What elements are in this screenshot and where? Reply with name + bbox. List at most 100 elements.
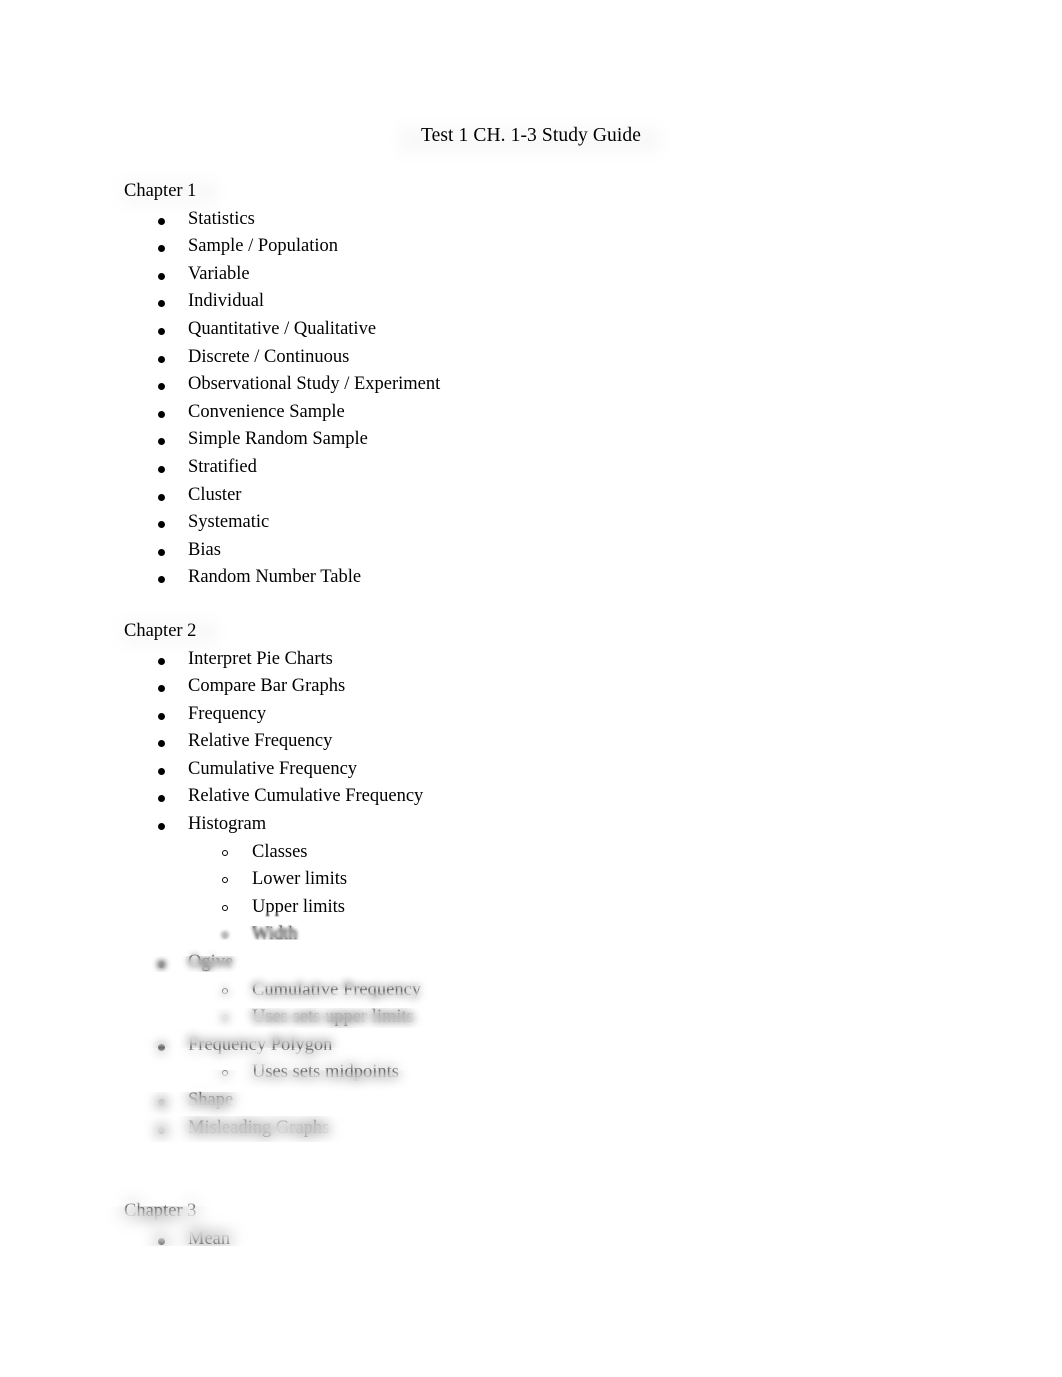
bullet-disc-icon: [158, 521, 165, 529]
list-item-label: Uses sets midpoints: [252, 1062, 399, 1083]
list-item-label: Observational Study / Experiment: [188, 374, 441, 395]
chapter-1-list: Statistics Sample / Population Variable …: [124, 206, 954, 592]
list-item: Upper limits: [188, 894, 954, 922]
list-item-label: Random Number Table: [188, 567, 362, 588]
list-item-label: Lower limits: [252, 869, 348, 890]
list-item-label: Bias: [188, 539, 221, 560]
frequency-polygon-sub-list: Uses sets midpoints: [188, 1059, 954, 1087]
bullet-disc-icon: [158, 548, 165, 556]
bullet-disc-icon: [158, 465, 165, 473]
list-item: Shape: [124, 1087, 954, 1115]
list-item-label: Simple Random Sample: [188, 429, 368, 450]
list-item: Width: [188, 921, 954, 949]
bullet-disc-icon: [158, 823, 165, 831]
list-item: Interpret Pie Charts: [124, 646, 954, 674]
bullet-disc-icon: [158, 1043, 165, 1051]
list-item-label: Discrete / Continuous: [188, 346, 350, 367]
list-item: Mean: [124, 1226, 954, 1254]
bullet-disc-icon: [158, 245, 165, 253]
list-item: Uses sets midpoints: [188, 1059, 954, 1087]
list-item-label: Compare Bar Graphs: [188, 676, 346, 697]
list-item-label: Relative Frequency: [188, 731, 333, 752]
bullet-disc-icon: [158, 272, 165, 280]
page-title: Test 1 CH. 1-3 Study Guide: [420, 125, 642, 146]
bullet-circle-icon: [222, 932, 228, 939]
list-item: Cumulative Frequency: [124, 756, 954, 784]
list-item: Uses sets upper limits: [188, 1004, 954, 1032]
list-item: Individual: [124, 288, 954, 316]
list-item: Sample / Population: [124, 233, 954, 261]
list-item-label: Uses sets upper limits: [252, 1007, 414, 1028]
document-body: Chapter 1 Statistics Sample / Population…: [124, 178, 954, 1253]
bullet-disc-icon: [158, 961, 165, 969]
bullet-disc-icon: [158, 383, 165, 391]
list-item: Systematic: [124, 509, 954, 537]
list-item: Observational Study / Experiment: [124, 371, 954, 399]
list-item-label: Upper limits: [252, 896, 346, 917]
bullet-disc-icon: [158, 300, 165, 308]
list-item-label: Frequency: [188, 703, 267, 724]
list-item: Lower limits: [188, 866, 954, 894]
list-item-label: Convenience Sample: [188, 401, 345, 422]
list-item: Bias: [124, 537, 954, 565]
list-item-label: Cluster: [188, 484, 242, 505]
list-item: Frequency Polygon Uses sets midpoints: [124, 1032, 954, 1087]
bullet-disc-icon: [158, 685, 165, 693]
list-item-label: Systematic: [188, 512, 270, 533]
bullet-disc-icon: [158, 217, 165, 225]
histogram-sub-list: Classes Lower limits Upper limits Width: [188, 839, 954, 949]
section-heading-chapter-2: Chapter 2: [124, 620, 197, 641]
bullet-disc-icon: [158, 740, 165, 748]
list-item-label: Individual: [188, 291, 265, 312]
bullet-disc-icon: [158, 327, 165, 335]
list-item-label: Frequency Polygon: [188, 1034, 333, 1055]
list-item: Convenience Sample: [124, 399, 954, 427]
list-item: Variable: [124, 261, 954, 289]
list-item-label: Misleading Graphs: [188, 1117, 330, 1138]
list-item: Relative Cumulative Frequency: [124, 783, 954, 811]
bullet-disc-icon: [158, 576, 165, 584]
section-heading-chapter-1: Chapter 1: [124, 181, 197, 201]
list-item: Histogram Classes Lower limits Upper lim…: [124, 811, 954, 949]
list-item: Statistics: [124, 206, 954, 234]
list-item: Cumulative Frequency: [188, 977, 954, 1005]
list-item-label: Statistics: [188, 208, 255, 229]
bullet-disc-icon: [158, 493, 165, 501]
ogive-sub-list: Cumulative Frequency Uses sets upper lim…: [188, 977, 954, 1032]
bullet-circle-icon: [222, 1070, 228, 1077]
list-item-label: Sample / Population: [188, 236, 339, 257]
list-item-label: Stratified: [188, 456, 257, 477]
list-item: Relative Frequency: [124, 728, 954, 756]
list-item-label: Classes: [252, 841, 308, 862]
bullet-disc-icon: [158, 1126, 165, 1134]
list-item-label: Mean: [188, 1228, 231, 1249]
list-item: Quantitative / Qualitative: [124, 316, 954, 344]
list-item-label: Cumulative Frequency: [188, 758, 358, 779]
list-item-label: Interpret Pie Charts: [188, 648, 333, 669]
list-item-label: Width: [252, 924, 298, 945]
bullet-disc-icon: [158, 438, 165, 446]
list-item-label: Quantitative / Qualitative: [188, 318, 377, 339]
list-item: Misleading Graphs: [124, 1115, 954, 1143]
bullet-disc-icon: [158, 355, 165, 363]
list-item: Simple Random Sample: [124, 426, 954, 454]
bullet-circle-icon: [222, 849, 228, 856]
bullet-disc-icon: [158, 795, 165, 803]
chapter-3-list: Mean: [124, 1226, 954, 1254]
document-page: Test 1 CH. 1-3 Study Guide Chapter 1 Sta…: [0, 0, 1062, 1377]
list-item-label: Ogive: [188, 952, 234, 973]
bullet-disc-icon: [158, 1237, 165, 1245]
section-heading-chapter-3: Chapter 3: [124, 1201, 197, 1222]
list-item: Classes: [188, 839, 954, 867]
list-item: Discrete / Continuous: [124, 344, 954, 372]
bullet-disc-icon: [158, 410, 165, 418]
bullet-disc-icon: [158, 767, 165, 775]
list-item-label: Shape: [188, 1090, 234, 1110]
bullet-circle-icon: [222, 877, 228, 884]
bullet-circle-icon: [222, 987, 228, 994]
list-item: Frequency: [124, 701, 954, 729]
list-item: Random Number Table: [124, 564, 954, 592]
list-item: Ogive Cumulative Frequency Uses sets upp…: [124, 949, 954, 1032]
